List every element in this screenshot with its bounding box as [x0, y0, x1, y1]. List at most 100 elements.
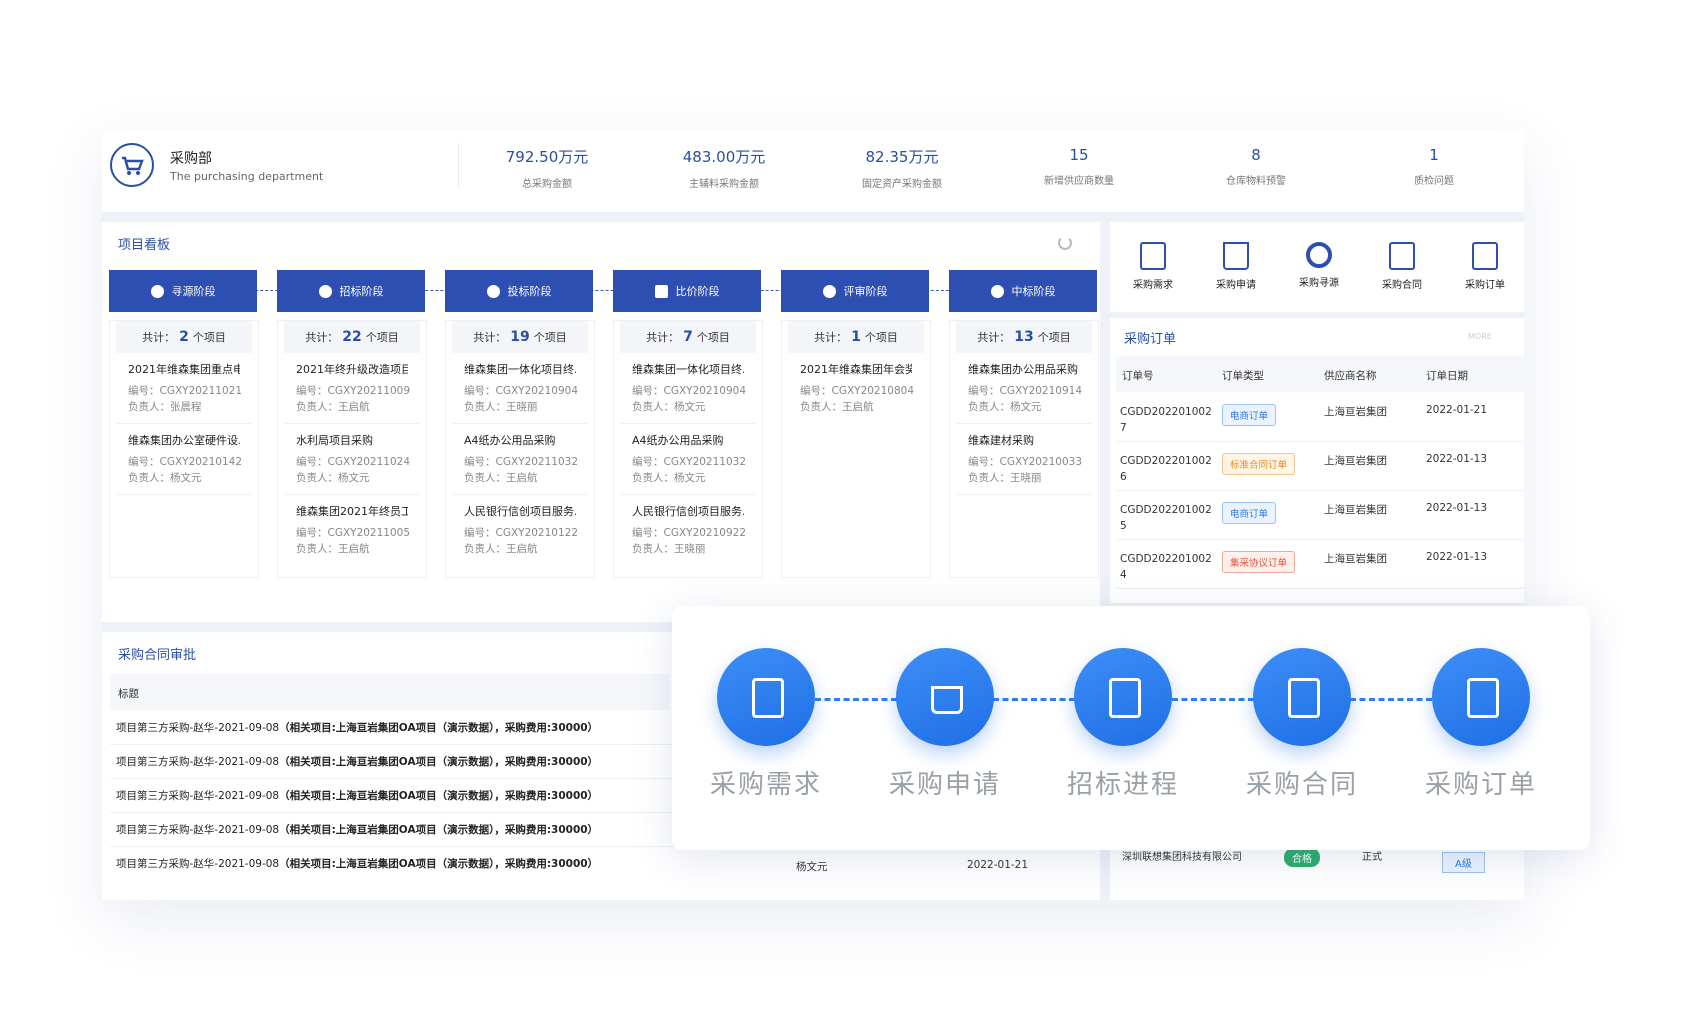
- supplier-kind: 正式: [1362, 852, 1382, 863]
- orders-more-link[interactable]: MORE: [1468, 332, 1492, 341]
- cart-clipboard-icon: [1109, 678, 1141, 718]
- check-badge-icon: [990, 284, 1004, 298]
- refresh-icon[interactable]: [1058, 236, 1072, 250]
- stage-review[interactable]: 评审阶段: [781, 270, 929, 312]
- flow-label: 采购需求: [709, 770, 822, 800]
- flow-step-tender[interactable]: [1074, 648, 1172, 746]
- clipboard-list-icon: [1140, 242, 1166, 270]
- project-card[interactable]: 水利局项目采购 编号：CGXY20211024 负责人：杨文元: [284, 424, 420, 495]
- board-title: 项目看板: [118, 238, 171, 253]
- flow-label: 采购申请: [888, 770, 1001, 800]
- cart-icon: [110, 143, 154, 187]
- check-circle-icon: [486, 284, 500, 298]
- dept-subtitle: The purchasing department: [170, 170, 324, 183]
- contract-title: 采购合同审批: [118, 648, 197, 663]
- project-card[interactable]: 维森建材采购 编号：CGXY20210033 负责人：王晓丽: [956, 424, 1092, 495]
- flow-label: 招标进程: [1066, 770, 1179, 800]
- stat-new-suppliers: 15 新增供应商数量: [1044, 146, 1114, 187]
- stage-count: 共计： 13 个项目: [956, 321, 1092, 353]
- stage-tendering[interactable]: 招标阶段: [277, 270, 425, 312]
- flow-connector: [1172, 698, 1254, 701]
- stat-quality-issue: 1 质检问题: [1414, 146, 1454, 187]
- cart-icon: [1223, 242, 1249, 270]
- project-card[interactable]: 人民银行信创项目服务... 编号：CGXY20210922 负责人：王晓丽: [620, 495, 756, 565]
- contract-date: 2022-01-21: [967, 859, 1029, 871]
- stage-column-sourcing: 共计：2个项目 2021年维森集团重点电...编号：CGXY20211021负责…: [109, 320, 259, 578]
- compass-icon: [150, 284, 164, 298]
- project-card[interactable]: A4纸办公用品采购 编号：CGXY20211032 负责人：杨文元: [620, 424, 756, 495]
- project-card[interactable]: 维森集团一体化项目终... 编号：CGXY20210904 负责人：王晓丽: [452, 353, 588, 424]
- contract-owner: 杨文元: [796, 861, 828, 873]
- project-card[interactable]: 2021年维森集团重点电...编号：CGXY20211021负责人：张晨程: [116, 353, 252, 424]
- quick-purchase-contract[interactable]: 采购合同: [1367, 242, 1437, 291]
- flow-label: 采购订单: [1424, 770, 1537, 800]
- order-search-icon: [1472, 242, 1498, 270]
- certificate-icon: [1288, 678, 1320, 718]
- stage-count: 共计： 7 个项目: [620, 321, 756, 353]
- contract-row[interactable]: 项目第三方采购-赵华-2021-09-08 （相关项目:上海亘岩集团OA项目（演示…: [110, 846, 676, 880]
- user-check-icon: [822, 284, 836, 298]
- flow-step-demand[interactable]: [717, 648, 815, 746]
- flow-label: 采购合同: [1245, 770, 1358, 800]
- contract-row[interactable]: 项目第三方采购-赵华-2021-09-08 （相关项目:上海亘岩集团OA项目（演示…: [110, 744, 676, 779]
- stage-bidding[interactable]: 投标阶段: [445, 270, 593, 312]
- orders-table-header: 订单号 订单类型 供应商名称 订单日期: [1116, 356, 1524, 392]
- supplier-status-badge: 合格: [1284, 848, 1320, 867]
- stage-column-review: 共计：1个项目 2021年维森集团年会奖...编号：CGXY20210804负责…: [781, 320, 931, 578]
- order-type-badge: 集采协议订单: [1222, 551, 1296, 573]
- stat-total-purchase: 792.50万元 总采购金额: [505, 148, 589, 190]
- stage-pricing[interactable]: 比价阶段: [613, 270, 761, 312]
- project-card[interactable]: 维森集团2021年终员工...编号：CGXY20211005负责人：王启航: [284, 495, 420, 565]
- project-card[interactable]: 维森集团办公用品采购 编号：CGXY20210914 负责人：杨文元: [956, 353, 1092, 424]
- stage-column-awarded: 共计： 13 个项目 维森集团办公用品采购 编号：CGXY20210914 负责人：杨文…: [949, 320, 1099, 578]
- contract-row[interactable]: 项目第三方采购-赵华-2021-09-08 （相关项目:上海亘岩集团OA项目（演示…: [110, 710, 676, 745]
- stage-count: 共计： 1 个项目: [788, 321, 924, 353]
- order-row[interactable]: CGDD202201002 6 标准合同订单 上海亘岩集团 2022-01-13: [1116, 441, 1524, 491]
- stat-fixed-asset: 82.35万元 固定资产采购金额: [862, 148, 942, 190]
- stage-column-pricing: 共计： 7 个项目 维森集团一体化项目终... 编号：CGXY20210904 负责人：…: [613, 320, 763, 578]
- supplier-name: 深圳联想集团科技有限公司: [1122, 852, 1242, 863]
- project-card[interactable]: 2021年维森集团年会奖...编号：CGXY20210804负责人：王启航: [788, 353, 924, 423]
- project-card[interactable]: 维森集团一体化项目终... 编号：CGXY20210904 负责人：杨文元: [620, 353, 756, 424]
- order-type-badge: 电商订单: [1222, 502, 1277, 524]
- stage-column-bidding: 共计： 19 个项目 维森集团一体化项目终... 编号：CGXY20210904 负责人…: [445, 320, 595, 578]
- lock-icon: [654, 284, 668, 298]
- order-type-badge: 标准合同订单: [1222, 453, 1296, 475]
- project-card[interactable]: 人民银行信创项目服务... 编号：CGXY20210122 负责人：王启航: [452, 495, 588, 565]
- order-row[interactable]: CGDD202201002 7 电商订单 上海亘岩集团 2022-01-21: [1116, 392, 1524, 442]
- order-row[interactable]: CGDD202201002 5 电商订单 上海亘岩集团 2022-01-13: [1116, 490, 1524, 540]
- supplier-grade-badge: A级: [1442, 852, 1485, 873]
- project-card[interactable]: 2021年终升级改造项目...编号：CGXY20211009负责人：王启航: [284, 353, 420, 424]
- flow-step-order[interactable]: [1432, 648, 1530, 746]
- contract-row[interactable]: 项目第三方采购-赵华-2021-09-08 （相关项目:上海亘岩集团OA项目（演示…: [110, 778, 676, 813]
- stage-sourcing[interactable]: 寻源阶段: [109, 270, 257, 312]
- header-divider: [458, 143, 459, 187]
- stat-material-purchase: 483.00万元 主辅料采购金额: [682, 148, 766, 190]
- target-icon: [1306, 242, 1332, 268]
- stage-awarded[interactable]: 中标阶段: [949, 270, 1097, 312]
- order-check-icon: [1467, 678, 1499, 718]
- document-icon: [1389, 242, 1415, 270]
- flow-connector: [993, 698, 1075, 701]
- clipboard-icon: [752, 678, 784, 718]
- stage-connector: [110, 290, 1094, 291]
- stage-column-tendering: 共计：22个项目 2021年终升级改造项目...编号：CGXY20211009负…: [277, 320, 427, 578]
- quick-purchase-sourcing[interactable]: 采购寻源: [1284, 242, 1354, 289]
- quick-purchase-order[interactable]: 采购订单: [1450, 242, 1520, 291]
- send-icon: [318, 284, 332, 298]
- flow-step-contract[interactable]: [1253, 648, 1351, 746]
- flow-connector: [815, 698, 897, 701]
- contract-row[interactable]: 项目第三方采购-赵华-2021-09-08 （相关项目:上海亘岩集团OA项目（演示…: [110, 812, 676, 847]
- basket-cursor-icon: [931, 686, 963, 714]
- orders-title: 采购订单: [1124, 332, 1177, 347]
- project-card[interactable]: 维森集团办公室硬件设... 编号：CGXY20210142 负责人：杨文元: [116, 424, 252, 495]
- stat-warehouse-alert: 8 仓库物料预警: [1226, 146, 1286, 187]
- order-type-badge: 电商订单: [1222, 404, 1277, 426]
- quick-purchase-demand[interactable]: 采购需求: [1118, 242, 1188, 291]
- project-card[interactable]: A4纸办公用品采购 编号：CGXY20211032 负责人：王启航: [452, 424, 588, 495]
- order-row[interactable]: CGDD202201002 4 集采协议订单 上海亘岩集团 2022-01-13: [1116, 539, 1524, 589]
- stage-count: 共计： 19 个项目: [452, 321, 588, 353]
- flow-connector: [1350, 698, 1432, 701]
- flow-step-apply[interactable]: [896, 648, 994, 746]
- quick-purchase-apply[interactable]: 采购申请: [1201, 242, 1271, 291]
